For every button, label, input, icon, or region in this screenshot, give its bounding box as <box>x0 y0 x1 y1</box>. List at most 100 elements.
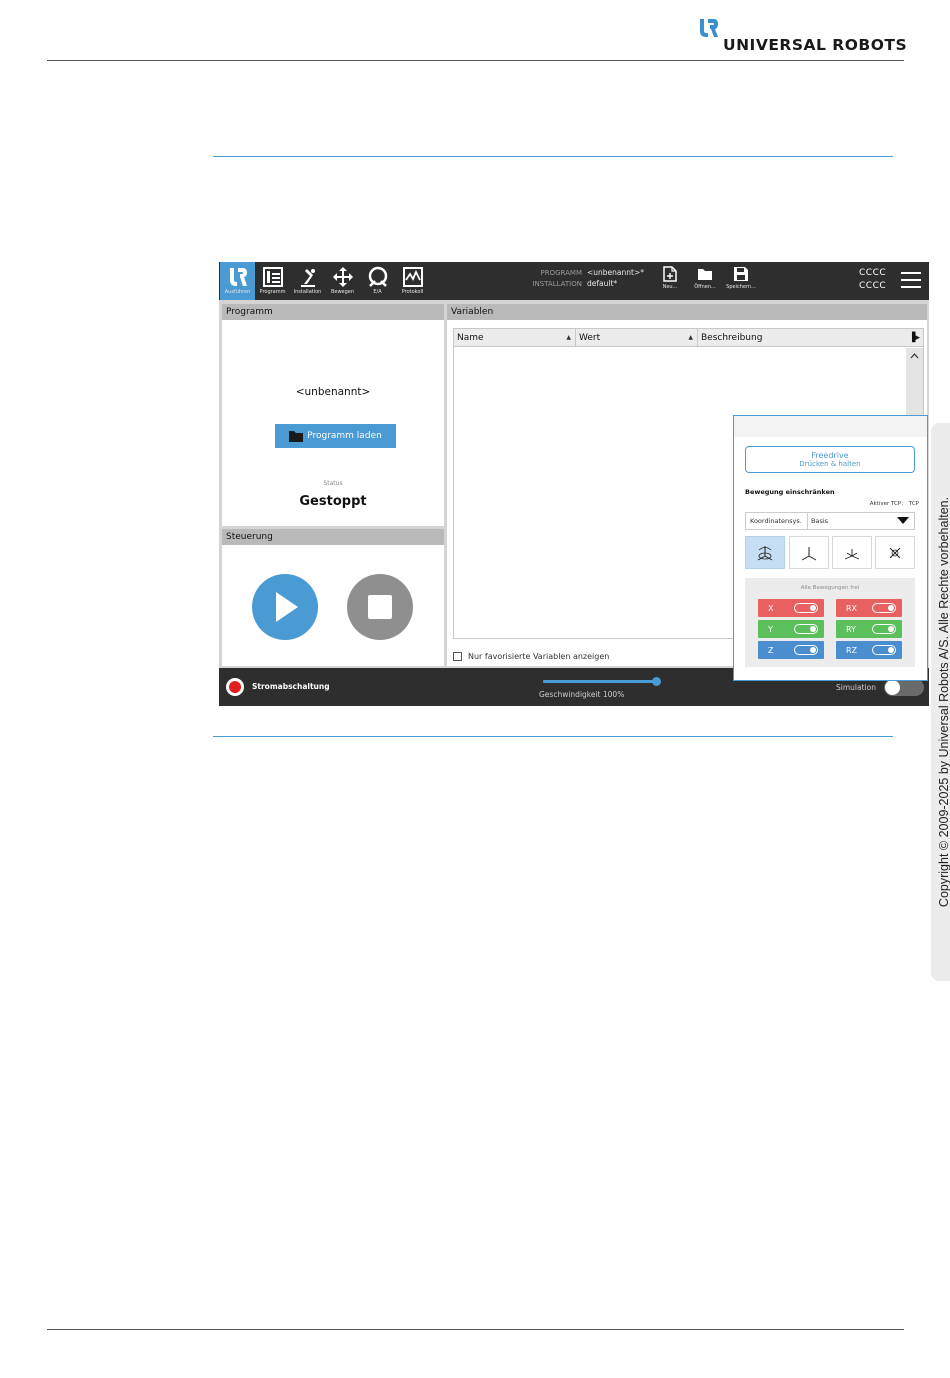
axis-y-toggle[interactable]: Y <box>758 620 824 638</box>
mode-free-all[interactable] <box>745 536 785 569</box>
open-folder-icon <box>698 269 712 280</box>
toggle-switch <box>794 645 818 655</box>
axis-z-toggle[interactable]: Z <box>758 641 824 659</box>
freedrive-button[interactable]: Freedrive Drücken & halten <box>745 446 915 473</box>
coordinate-system-value: Basis <box>811 517 829 525</box>
nav-label: E/A <box>373 289 382 295</box>
favorites-checkbox[interactable] <box>453 652 462 661</box>
simulation-label: Simulation <box>836 683 876 692</box>
stop-icon <box>368 595 392 619</box>
axis-rx-toggle[interactable]: RX <box>836 599 902 617</box>
column-wert[interactable]: Wert ▲ <box>576 329 698 347</box>
nav-label: Installation <box>293 289 322 295</box>
top-bar: Ausführen Programm Installation Bewegen <box>219 262 929 300</box>
steuerung-panel: Steuerung <box>222 529 444 666</box>
logo-text: UNIVERSAL ROBOTS <box>723 36 908 54</box>
plane-axes-icon <box>844 548 860 559</box>
favorites-filter[interactable]: Nur favorisierte Variablen anzeigen <box>453 652 609 661</box>
coordinate-system-select[interactable]: Koordinatensys. Basis <box>745 512 915 530</box>
power-off-label: Stromabschaltung <box>252 682 330 691</box>
collapse-columns-icon[interactable]: ▐▸ <box>909 329 920 347</box>
nav-ausfuehren[interactable]: Ausführen <box>220 262 255 300</box>
new-label: Neu... <box>662 284 678 290</box>
user-line-1: CCCC <box>859 268 887 278</box>
save-icon <box>734 267 748 281</box>
select-divider <box>807 513 808 529</box>
user-line-2: CCCC <box>859 281 887 291</box>
move-icon <box>332 267 353 287</box>
freedrive-popup: Freedrive Drücken & halten Bewegung eins… <box>733 415 928 681</box>
program-label: PROGRAMM <box>540 269 582 277</box>
universal-robots-logo: UNIVERSAL ROBOTS <box>699 18 908 54</box>
stop-button[interactable] <box>347 574 413 640</box>
popup-header <box>734 416 927 437</box>
all-free-label: Alle Bewegungen frei <box>800 585 860 591</box>
nav-ea[interactable]: E/A <box>360 262 395 300</box>
robot-ui-screenshot: Ausführen Programm Installation Bewegen <box>219 262 929 706</box>
axis-rz-toggle[interactable]: RZ <box>836 641 902 659</box>
figure-top-divider <box>213 156 893 157</box>
all-axes-icon <box>757 545 773 560</box>
load-program-button[interactable]: Programm laden <box>275 424 396 448</box>
save-label: Speichern... <box>726 284 756 290</box>
constraint-title: Bewegung einschränken <box>745 488 835 496</box>
nav-label: Protokoll <box>401 289 424 295</box>
nav-label: Ausführen <box>224 289 251 295</box>
nav-installation[interactable]: Installation <box>290 262 325 300</box>
run-icon <box>229 268 247 286</box>
axis-x-toggle[interactable]: X <box>758 599 824 617</box>
coordinate-system-label: Koordinatensys. <box>750 517 802 525</box>
status-label: Status <box>323 480 343 487</box>
figure-bottom-divider <box>213 736 893 737</box>
axis-ry-toggle[interactable]: RY <box>836 620 902 638</box>
program-name-display: <unbenannt> <box>295 386 371 398</box>
installation-name: default* <box>587 279 618 288</box>
new-file-icon <box>663 266 677 282</box>
sort-asc-icon: ▲ <box>688 334 693 341</box>
nav-bewegen[interactable]: Bewegen <box>325 262 360 300</box>
header-divider <box>47 60 904 61</box>
scroll-up-icon[interactable] <box>906 349 923 363</box>
footer-divider <box>47 1329 904 1330</box>
rotation-axes-icon <box>889 547 901 558</box>
hamburger-menu-icon[interactable] <box>901 272 921 290</box>
status-value: Gestoppt <box>299 494 367 509</box>
load-program-label: Programm laden <box>307 431 382 441</box>
column-beschreibung[interactable]: Beschreibung ▐▸ <box>698 329 923 347</box>
speed-slider[interactable] <box>543 677 661 686</box>
open-button[interactable]: Öffnen... <box>690 266 720 298</box>
new-button[interactable]: Neu... <box>655 266 685 298</box>
favorites-label: Nur favorisierte Variablen anzeigen <box>468 652 610 661</box>
speed-slider-handle[interactable] <box>652 677 661 686</box>
folder-icon <box>289 431 304 442</box>
active-tcp-value: TCP <box>908 501 919 507</box>
dropdown-arrow-icon <box>897 517 909 524</box>
freedrive-subtitle: Drücken & halten <box>799 460 861 468</box>
sort-asc-icon: ▲ <box>566 334 571 341</box>
installation-label: INSTALLATION <box>532 280 582 288</box>
axis-toggles-area: Alle Bewegungen frei X RX Y RY Z RZ <box>745 578 915 667</box>
program-name: <unbenannt>* <box>587 268 644 277</box>
nav-label: Bewegen <box>330 289 355 295</box>
mode-plane[interactable] <box>832 536 872 569</box>
translation-axes-icon <box>801 546 817 560</box>
power-off-button[interactable] <box>226 678 244 696</box>
toggle-switch <box>794 603 818 613</box>
toggle-switch <box>872 645 896 655</box>
nav-programm[interactable]: Programm <box>255 262 290 300</box>
mode-translation[interactable] <box>789 536 829 569</box>
active-tcp-label: Aktiver TCP: <box>869 501 904 507</box>
simulation-toggle[interactable] <box>884 679 924 696</box>
installation-icon <box>300 269 315 287</box>
mode-rotation[interactable] <box>875 536 915 569</box>
speed-slider-fill <box>543 680 657 683</box>
play-button[interactable] <box>252 574 318 640</box>
speed-label: Geschwindigkeit 100% <box>539 690 625 699</box>
nav-protokoll[interactable]: Protokoll <box>395 262 430 300</box>
steuerung-panel-title: Steuerung <box>222 529 444 545</box>
save-button[interactable]: Speichern... <box>726 266 756 298</box>
copyright-text: Copyright © 2009-2025 by Universal Robot… <box>937 496 950 908</box>
simulation-toggle-knob <box>885 680 900 695</box>
programm-panel: Programm <unbenannt> Programm laden Stat… <box>222 304 444 526</box>
column-name[interactable]: Name ▲ <box>454 329 576 347</box>
